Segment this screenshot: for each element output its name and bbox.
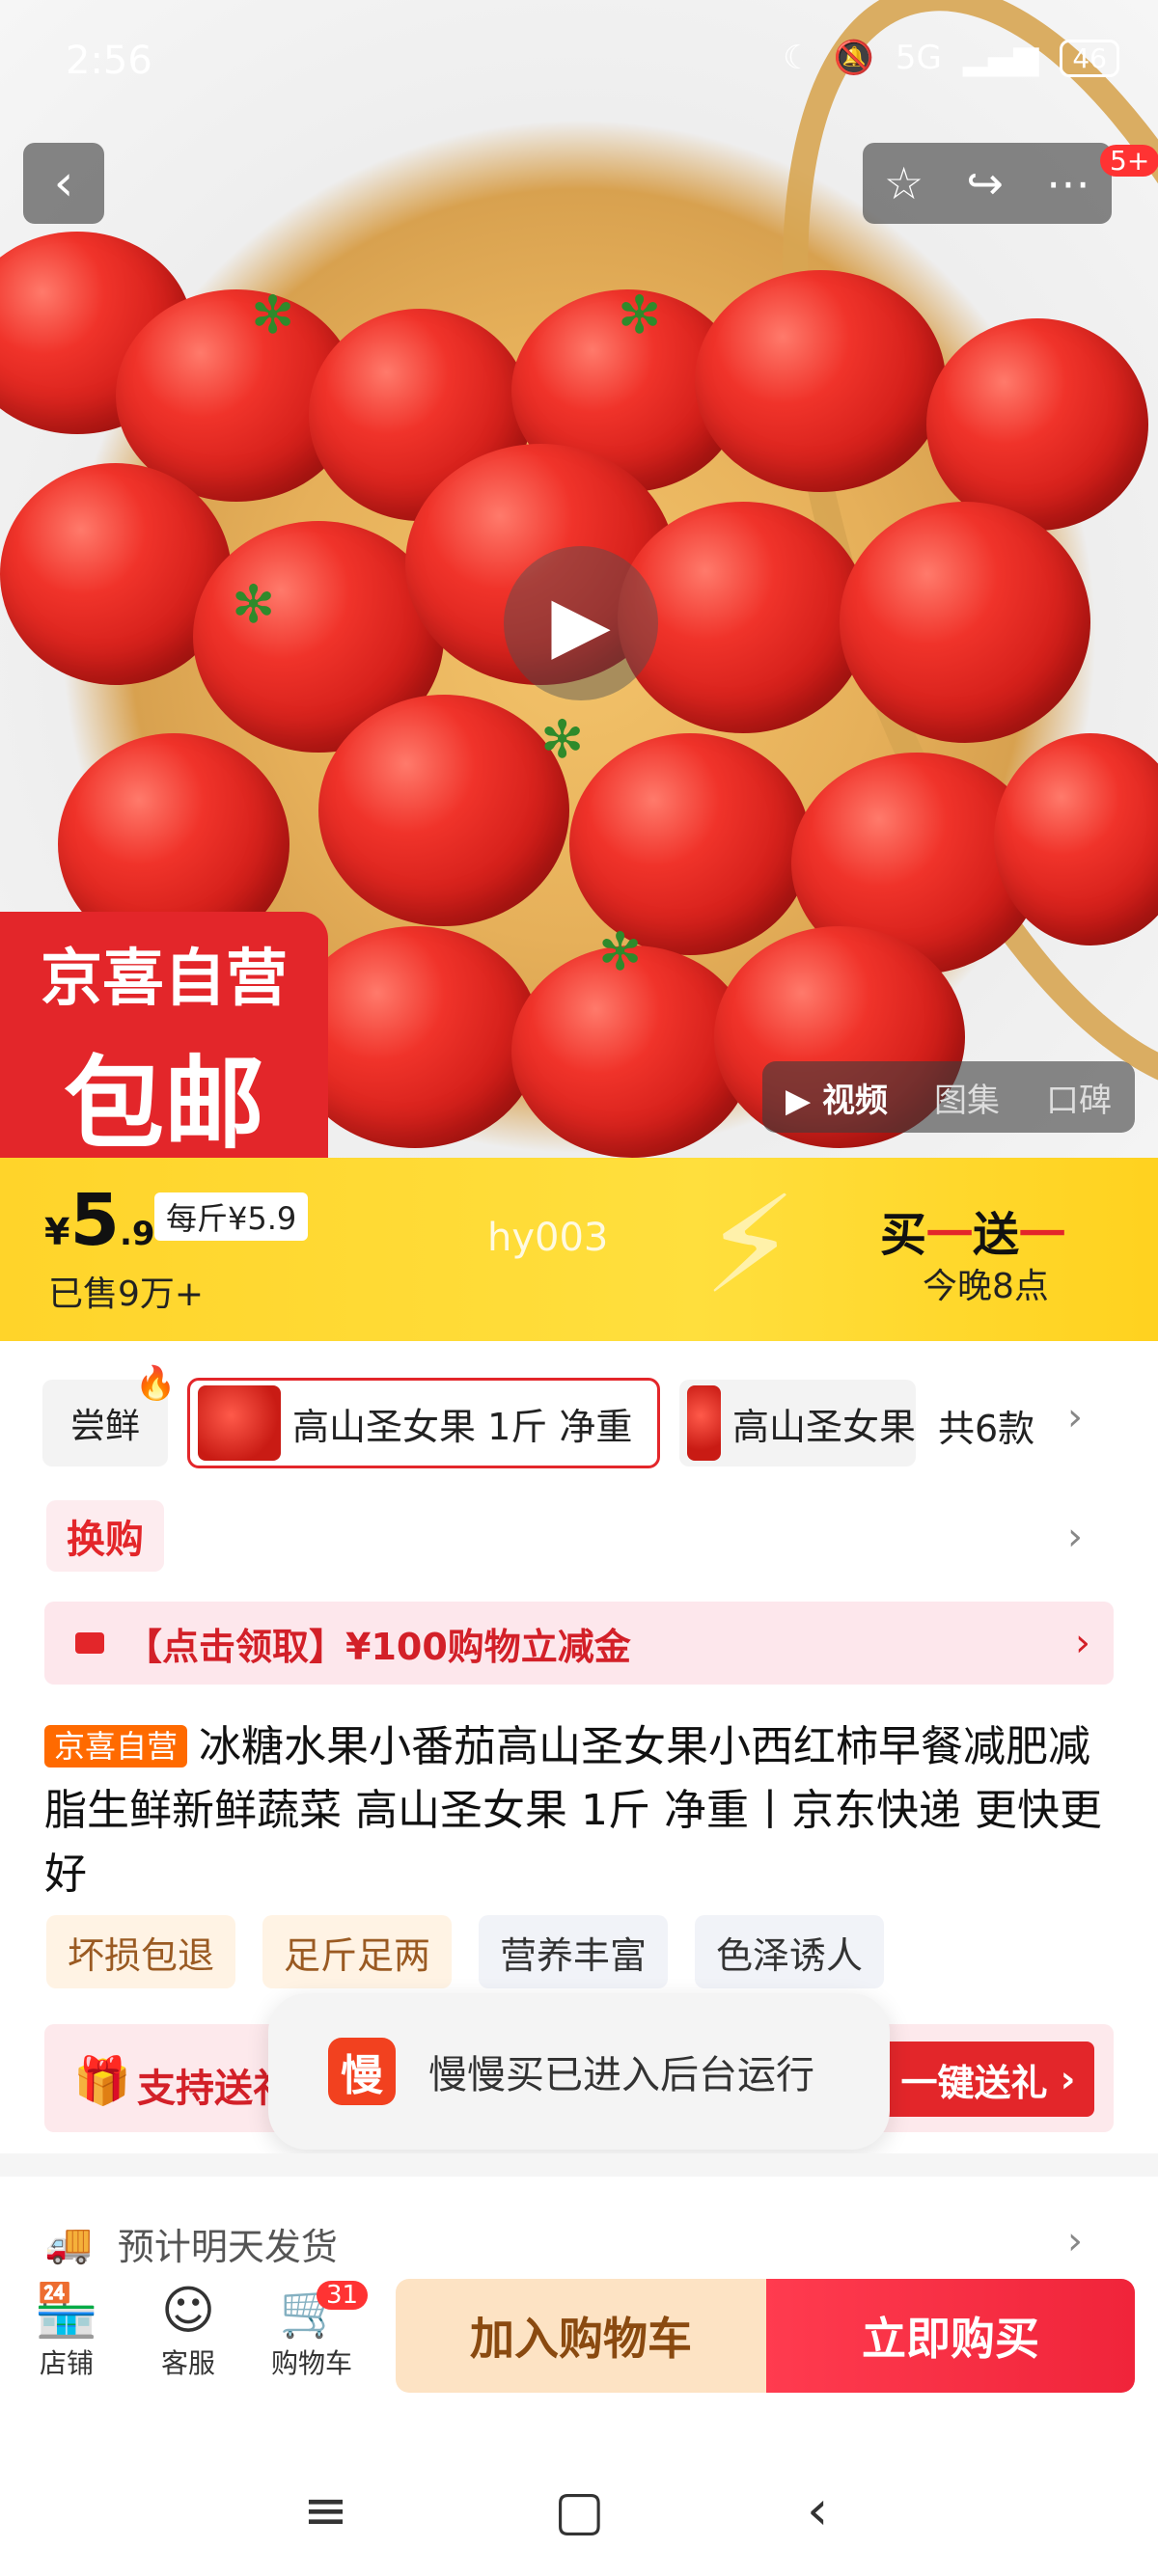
stem-decoration: ✻ (598, 921, 643, 982)
price-integer: 5 (69, 1179, 120, 1262)
home-icon[interactable]: ▢ (554, 2480, 605, 2542)
promo-shipping: 包邮 (63, 1045, 264, 1158)
variant-thumbnail (687, 1385, 721, 1461)
price-band: ¥5.9 每斤¥5.9 已售9万+ hy003 ⚡ 买一送一 今晚8点 (0, 1158, 1158, 1341)
top-action-group: ☆ ↪ ⋯ (863, 143, 1112, 224)
feature-tag: 营养丰富 (479, 1915, 669, 1988)
more-icon[interactable]: ⋯ (1046, 157, 1090, 209)
tomato-decoration (318, 695, 569, 926)
lightning-icon: ⚡ (703, 1167, 798, 1325)
background-toast: 慢 慢慢买已进入后台运行 (268, 1993, 890, 2150)
feature-tag: 色泽诱人 (695, 1915, 885, 1988)
tomato-decoration (695, 270, 946, 492)
chevron-right-icon: › (1075, 1621, 1090, 1665)
favorite-star-icon[interactable]: ☆ (884, 157, 924, 209)
menu-icon[interactable]: ≡ (303, 2480, 348, 2542)
share-icon[interactable]: ↪ (966, 157, 1004, 209)
customer-service-button[interactable]: ☺ 客服 (135, 2279, 241, 2381)
gift-icon: 🎁 (73, 2054, 131, 2108)
back-button[interactable]: ‹ (23, 143, 104, 224)
product-title: 京喜自营 冰糖水果小番茄高山圣女果小西红柿早餐减肥减脂生鲜新鲜蔬菜 高山圣女果 1… (44, 1715, 1116, 1906)
status-bar: 2:56 ☾ 🔕 5G ▂▄▆ 46 (0, 39, 1158, 96)
signal-label: 5G (895, 39, 942, 77)
tab-video[interactable]: ▶ 视频 (786, 1074, 888, 1121)
variant-chip-selected[interactable]: 高山圣女果 1斤 净重 (187, 1378, 660, 1468)
toast-message: 慢慢买已进入后台运行 (428, 2053, 814, 2097)
system-navigation-bar: ≡ ▢ ‹ (0, 2441, 1158, 2576)
product-title-text: 冰糖水果小番茄高山圣女果小西红柿早餐减肥减脂生鲜新鲜蔬菜 高山圣女果 1斤 净重… (44, 1722, 1102, 1899)
cart-count-badge: 31 (317, 2281, 369, 2310)
back-nav-icon[interactable]: ‹ (807, 2480, 828, 2542)
buy-now-button[interactable]: 立即购买 (766, 2279, 1135, 2393)
coupon-text: 【点击领取】¥100购物立减金 (125, 1625, 631, 1668)
variant-label: 高山圣女果 (731, 1405, 916, 1448)
truck-icon: 🚚 (44, 2221, 93, 2266)
promo-time: 今晚8点 (923, 1267, 1049, 1306)
stem-decoration: ✻ (540, 709, 585, 770)
battery-icon: 46 (1060, 39, 1119, 77)
watermark-text: hy003 (487, 1216, 609, 1260)
self-operated-tag: 京喜自营 (44, 1725, 188, 1768)
stem-decoration: ✻ (251, 285, 295, 345)
tab-gallery[interactable]: 图集 (934, 1074, 1000, 1121)
price-currency: ¥ (44, 1211, 70, 1253)
signal-icon: ▂▄▆ (962, 39, 1039, 77)
feature-tags: 坏损包退 足斤足两 营养丰富 色泽诱人 (46, 1915, 885, 1988)
feature-tag: 坏损包退 (46, 1915, 236, 1988)
mute-icon: 🔕 (833, 39, 874, 77)
card-icon (75, 1632, 104, 1654)
stem-decoration: ✻ (232, 574, 276, 635)
manmanmai-app-icon: 慢 (328, 2038, 396, 2105)
play-video-button[interactable]: ▶ (504, 546, 658, 700)
unit-price: 每斤¥5.9 (154, 1192, 309, 1241)
chevron-left-icon: ‹ (53, 154, 74, 212)
store-icon: 🏪 (34, 2280, 99, 2341)
chevron-right-icon[interactable]: › (1067, 1515, 1083, 1559)
play-icon: ▶ (551, 578, 611, 669)
tab-reviews[interactable]: 口碑 (1046, 1074, 1112, 1121)
shipping-text: 预计明天发货 (117, 2225, 338, 2268)
moon-icon: ☾ (783, 39, 813, 77)
hot-fire-icon: 🔥 (135, 1364, 177, 1403)
price-decimal: .9 (119, 1215, 155, 1253)
chevron-right-icon[interactable]: › (1067, 1395, 1083, 1439)
variant-selector: 尝鲜 🔥 高山圣女果 1斤 净重 高山圣女果 共6款 › (0, 1364, 1158, 1476)
promo-brand: 京喜自营 (41, 944, 288, 1015)
store-button[interactable]: 🏪 店铺 (14, 2279, 120, 2381)
notification-badge: 5+ (1100, 145, 1158, 177)
promo-badge: 京喜自营 包邮 (0, 912, 328, 1158)
product-image-carousel[interactable]: ✻ ✻ ✻ ✻ ✻ 2:56 ☾ 🔕 5G ▂▄▆ 46 ‹ ☆ ↪ ⋯ 5+ … (0, 0, 1158, 1158)
chevron-right-icon: › (1067, 2219, 1083, 2263)
chat-face-icon: ☺ (160, 2280, 216, 2341)
media-tabs: ▶ 视频 图集 口碑 (762, 1061, 1135, 1133)
stem-decoration: ✻ (618, 285, 662, 345)
bottom-action-bar: 🏪 店铺 ☺ 客服 🛒 购物车 31 加入购物车 立即购买 (0, 2267, 1158, 2402)
section-divider (0, 2153, 1158, 2177)
tomato-decoration (840, 502, 1090, 743)
variant-thumbnail (198, 1385, 281, 1461)
bogo-promo: 买一送一 (880, 1208, 1066, 1262)
add-to-cart-button[interactable]: 加入购物车 (396, 2279, 766, 2393)
feature-tag: 足斤足两 (262, 1915, 453, 1988)
swap-purchase-tag[interactable]: 换购 (46, 1500, 164, 1572)
tomato-decoration (926, 318, 1148, 531)
status-icons: ☾ 🔕 5G ▂▄▆ 46 (783, 39, 1119, 77)
status-time: 2:56 (66, 39, 152, 83)
price: ¥5.9 (44, 1179, 155, 1262)
variant-label: 高山圣女果 1斤 净重 (292, 1405, 633, 1448)
variant-chip[interactable]: 高山圣女果 (679, 1380, 916, 1466)
send-gift-button[interactable]: 一键送礼 › (882, 2042, 1094, 2117)
coupon-banner[interactable]: 【点击领取】¥100购物立减金 › (44, 1602, 1114, 1685)
sold-count: 已售9万+ (48, 1274, 205, 1314)
variant-count[interactable]: 共6款 (938, 1399, 1034, 1452)
